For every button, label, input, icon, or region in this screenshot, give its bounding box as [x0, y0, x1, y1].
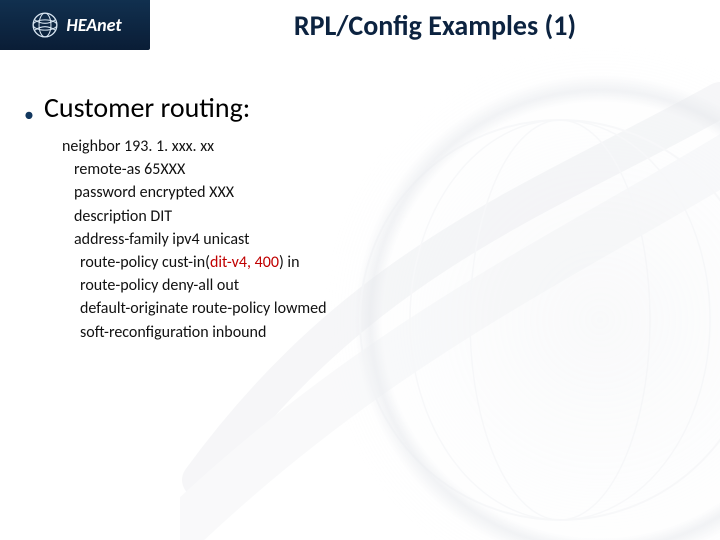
config-line: description DIT	[62, 205, 696, 228]
slide: HEAnet RPL/Config Examples (1) • Custome…	[0, 0, 720, 540]
config-line: default-originate route-policy lowmed	[62, 297, 696, 320]
config-text: remote-as 65XXX	[74, 160, 185, 179]
config-text: route-policy deny-all out	[80, 276, 239, 295]
config-line: remote-as 65XXX	[62, 158, 696, 181]
globe-icon	[28, 8, 62, 42]
config-line: route-policy cust-in(dit-v4, 400) in	[62, 251, 696, 274]
slide-title: RPL/Config Examples (1)	[294, 8, 576, 43]
config-line: neighbor 193. 1. xxx. xx	[62, 135, 696, 158]
config-line: route-policy deny-all out	[62, 274, 696, 297]
title-area: RPL/Config Examples (1)	[150, 0, 720, 50]
config-block: neighbor 193. 1. xxx. xx remote-as 65XXX p…	[62, 135, 696, 344]
config-text: route-policy cust-in(	[80, 253, 210, 272]
header: HEAnet RPL/Config Examples (1)	[0, 0, 720, 50]
bullet-icon: •	[24, 105, 34, 125]
slide-body: • Customer routing: neighbor 193. 1. xxx…	[0, 90, 720, 344]
logo-text: HEAnet	[66, 14, 121, 36]
bullet-label: Customer routing:	[44, 90, 250, 125]
config-text: soft-reconfiguration inbound	[80, 323, 266, 342]
config-text: password encrypted XXX	[74, 183, 234, 202]
config-line: soft-reconfiguration inbound	[62, 321, 696, 344]
logo: HEAnet	[0, 0, 150, 50]
config-text: neighbor 193. 1. xxx. xx	[62, 137, 214, 156]
config-text: address-family ipv4 unicast	[74, 230, 249, 249]
bullet-item: • Customer routing:	[24, 90, 696, 125]
config-line: address-family ipv4 unicast	[62, 228, 696, 251]
config-text: default-originate route-policy lowmed	[80, 299, 327, 318]
config-text: description DIT	[74, 207, 172, 226]
config-line: password encrypted XXX	[62, 181, 696, 204]
config-text: ) in	[279, 253, 300, 272]
config-highlight: dit-v4, 400	[210, 253, 279, 272]
